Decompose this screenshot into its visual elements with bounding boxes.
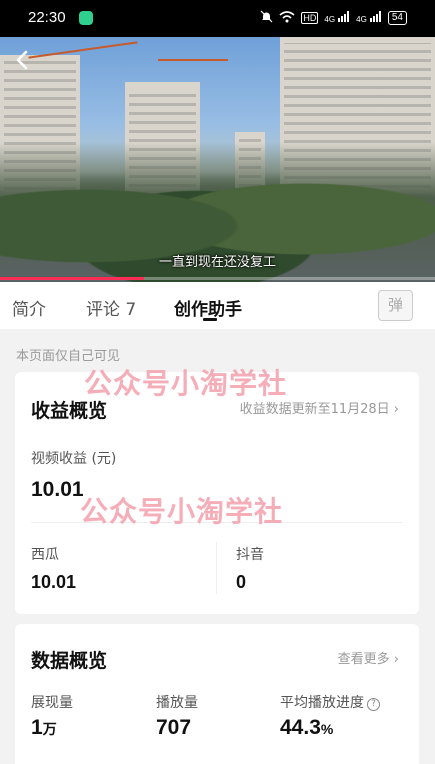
plays-label: 播放量 (156, 695, 198, 711)
data-overview-title: 数据概览 (31, 650, 108, 672)
visibility-hint: 本页面仅自己可见 (16, 349, 121, 364)
danmu-toggle-button[interactable]: 弹 (378, 290, 413, 321)
help-icon[interactable]: ? (367, 698, 380, 711)
wifi-icon (279, 10, 295, 26)
signal-icon: 4G (356, 11, 382, 25)
status-bar: 22:30 HD 4G 4G 54 (0, 0, 435, 37)
active-tab-indicator (203, 318, 217, 321)
xigua-label: 西瓜 (31, 547, 59, 563)
video-progress-bar[interactable] (0, 277, 435, 280)
douyin-value: 0 (236, 572, 247, 592)
tab-intro[interactable]: 简介 (12, 295, 46, 320)
status-icons: HD 4G 4G 54 (260, 10, 407, 26)
avg-progress-value: 44.3% (280, 716, 334, 739)
revenue-title: 收益概览 (31, 400, 108, 422)
tab-bar: 简介 评论 7 创作助手 弹 (0, 282, 435, 329)
back-button[interactable] (12, 49, 32, 71)
signal-icon: 4G (324, 11, 350, 25)
battery-icon: 54 (387, 11, 407, 25)
view-more-link[interactable]: 查看更多 › (338, 648, 399, 667)
avg-progress-label: 平均播放进度? (280, 692, 380, 712)
bell-muted-icon (260, 10, 273, 26)
divider (31, 522, 403, 523)
tab-comments[interactable]: 评论 7 (86, 295, 136, 320)
impressions-value: 1万 (31, 716, 57, 739)
tab-creator-assistant[interactable]: 创作助手 (174, 295, 242, 320)
douyin-label: 抖音 (236, 547, 264, 563)
plays-value: 707 (156, 716, 192, 739)
divider (216, 542, 217, 594)
video-revenue-label: 视频收益 (元) (31, 451, 117, 467)
video-progress-fill (0, 277, 144, 280)
app-notification-icon (79, 11, 93, 25)
video-revenue-value: 10.01 (31, 478, 84, 501)
impressions-label: 展现量 (31, 695, 73, 711)
revenue-update-link[interactable]: 收益数据更新至11月28日 › (240, 398, 399, 417)
hd-icon: HD (301, 12, 319, 24)
status-time: 22:30 (28, 9, 66, 26)
data-overview-card: 数据概览 查看更多 › 展现量 1万 播放量 707 平均播放进度? 44.3% (15, 624, 419, 764)
revenue-overview-card: 收益概览 收益数据更新至11月28日 › 视频收益 (元) 10.01 西瓜 1… (15, 372, 419, 614)
xigua-value: 10.01 (31, 572, 77, 592)
video-player[interactable]: 一直到现在还没复工 (0, 37, 435, 282)
video-subtitle: 一直到现在还没复工 (158, 255, 276, 270)
